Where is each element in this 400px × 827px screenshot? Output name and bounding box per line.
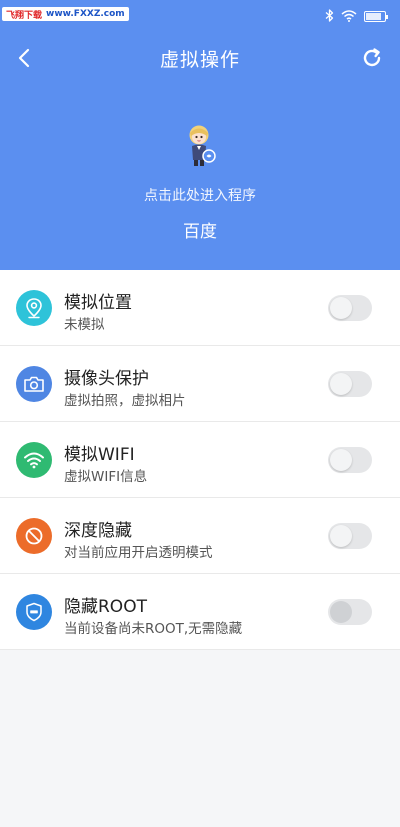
feature-list: 模拟位置 未模拟 摄像头保护 虚拟拍照，虚拟相片 模拟WIFI 虚拟WIFI信息… xyxy=(0,270,400,650)
avatar-figure-icon xyxy=(189,125,216,166)
feature-row-camera[interactable]: 摄像头保护 虚拟拍照，虚拟相片 xyxy=(0,346,400,422)
toggle-knob xyxy=(330,449,352,471)
toggle-knob xyxy=(330,601,352,623)
feature-row-deep-hide[interactable]: 深度隐藏 对当前应用开启透明模式 xyxy=(0,498,400,574)
enter-app-hint[interactable]: 点击此处进入程序 xyxy=(0,185,400,205)
feature-subtitle: 未模拟 xyxy=(64,317,105,333)
feature-title: 深度隐藏 xyxy=(64,521,132,541)
status-bar: 飞翔下载 www.FXXZ.com xyxy=(0,0,400,28)
refresh-button[interactable] xyxy=(358,44,386,72)
feature-subtitle: 当前设备尚未ROOT,无需隐藏 xyxy=(64,621,243,637)
feature-row-location[interactable]: 模拟位置 未模拟 xyxy=(0,270,400,346)
camera-icon-badge xyxy=(16,366,52,402)
app-name: 百度 xyxy=(183,222,217,242)
watermark-brand: 飞翔下载 xyxy=(6,10,43,21)
toggle-knob xyxy=(330,373,352,395)
system-icons xyxy=(325,7,388,26)
feature-row-wifi[interactable]: 模拟WIFI 虚拟WIFI信息 xyxy=(0,422,400,498)
camera-toggle[interactable] xyxy=(328,371,372,397)
feature-title: 隐藏ROOT xyxy=(64,597,147,617)
feature-title: 模拟WIFI xyxy=(64,445,135,465)
location-icon-badge xyxy=(16,290,52,326)
camera-icon xyxy=(24,376,44,392)
prohibit-icon xyxy=(25,527,43,545)
app-avatar[interactable] xyxy=(182,124,218,168)
refresh-icon xyxy=(363,48,381,67)
page-title: 虚拟操作 xyxy=(159,49,240,71)
header: 飞翔下载 www.FXXZ.com 虚拟操作 点击此处进入程序 百度 xyxy=(0,0,400,270)
deep-hide-toggle[interactable] xyxy=(328,523,372,549)
root-icon-badge xyxy=(16,594,52,630)
toggle-knob xyxy=(330,297,352,319)
feature-subtitle: 对当前应用开启透明模式 xyxy=(64,545,213,561)
wifi-signal-icon xyxy=(341,7,357,26)
feature-subtitle: 虚拟拍照，虚拟相片 xyxy=(64,393,186,409)
battery-fill xyxy=(366,13,381,20)
hide-root-toggle[interactable] xyxy=(328,599,372,625)
watermark-url: www.FXXZ.com xyxy=(46,9,125,19)
location-pin-icon xyxy=(26,298,42,319)
prohibit-icon-badge xyxy=(16,518,52,554)
feature-title: 模拟位置 xyxy=(64,293,132,313)
wifi-icon-badge xyxy=(16,442,52,478)
toggle-knob xyxy=(330,525,352,547)
location-toggle[interactable] xyxy=(328,295,372,321)
feature-title: 摄像头保护 xyxy=(64,369,149,389)
feature-row-hide-root[interactable]: 隐藏ROOT 当前设备尚未ROOT,无需隐藏 xyxy=(0,574,400,650)
root-shield-icon xyxy=(26,602,42,622)
battery-icon xyxy=(364,11,388,22)
wifi-icon xyxy=(24,452,44,469)
wifi-toggle[interactable] xyxy=(328,447,372,473)
feature-subtitle: 虚拟WIFI信息 xyxy=(64,469,148,485)
watermark: 飞翔下载 www.FXXZ.com xyxy=(2,7,129,21)
bluetooth-icon xyxy=(325,7,334,26)
